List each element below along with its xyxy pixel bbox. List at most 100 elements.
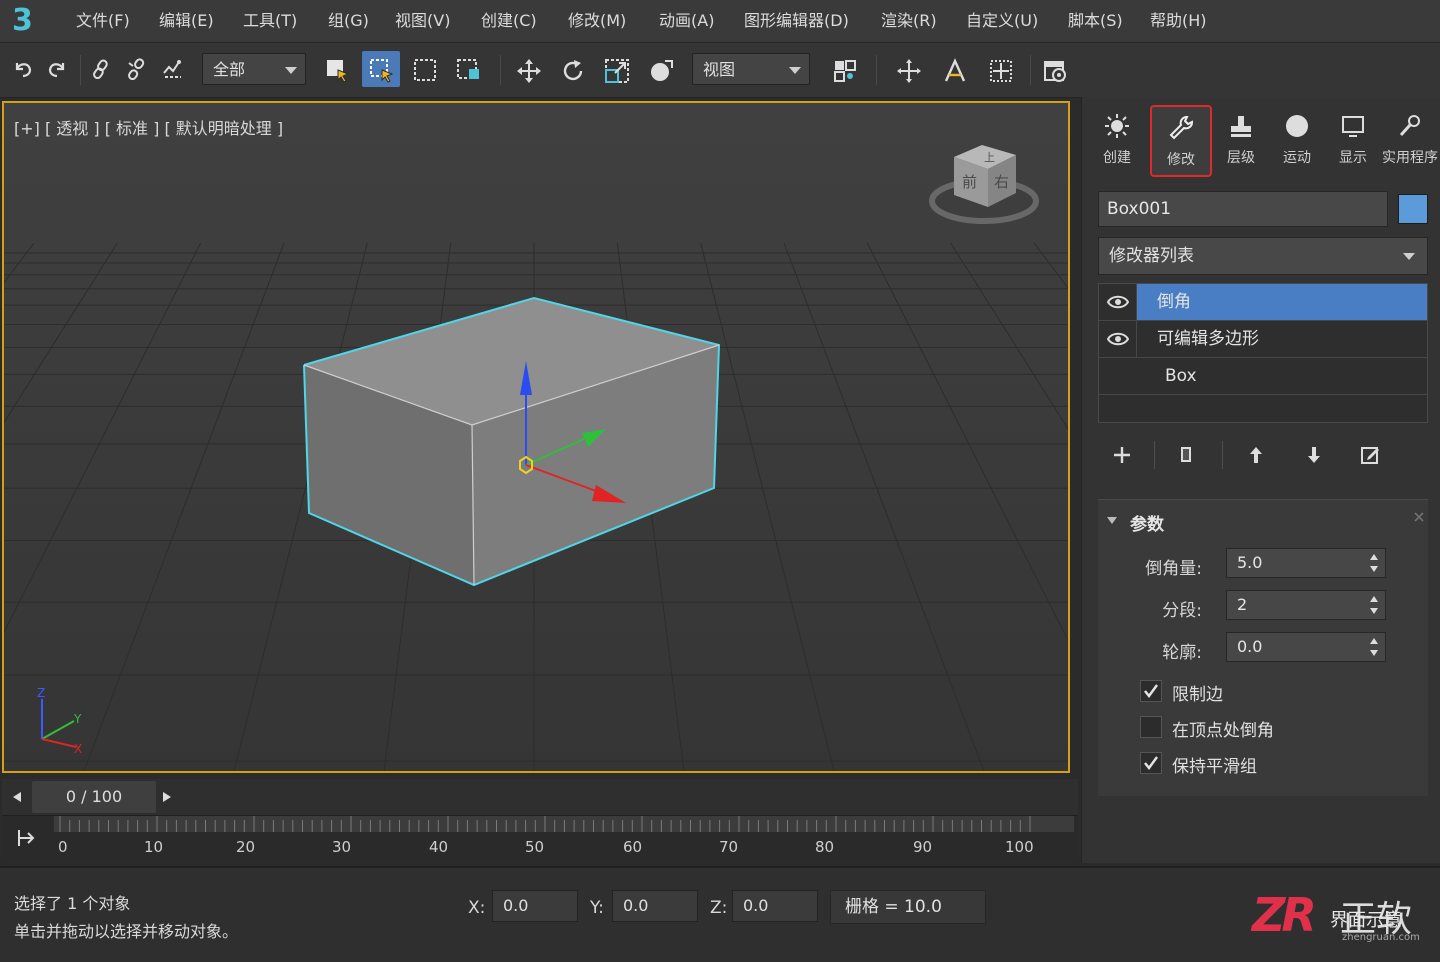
tick-label: 60: [623, 838, 643, 856]
viewcube-front-label: 前: [962, 173, 977, 191]
tab-hierarchy[interactable]: 层级: [1212, 105, 1270, 177]
menu-animation[interactable]: 动画(A): [655, 0, 718, 42]
bevel-at-vertex-checkbox[interactable]: [1140, 716, 1162, 738]
move-icon[interactable]: [512, 51, 546, 87]
menu-file[interactable]: 文件(F): [72, 0, 134, 42]
scale-icon[interactable]: [600, 51, 634, 87]
object-name-field[interactable]: Box001: [1098, 191, 1388, 227]
tick-label: 100: [1005, 838, 1034, 856]
link-icon[interactable]: [84, 51, 118, 87]
stack-item-label: 倒角: [1157, 292, 1191, 312]
tab-modify[interactable]: 修改: [1150, 105, 1212, 177]
menu-graph-editors[interactable]: 图形编辑器(D): [740, 0, 853, 42]
time-slider[interactable]: 0 / 100: [2, 779, 1078, 815]
menu-help[interactable]: 帮助(H): [1146, 0, 1211, 42]
tab-motion[interactable]: 运动: [1268, 105, 1326, 177]
grid-size-display: 栅格 = 10.0: [830, 890, 986, 924]
snap-move-icon[interactable]: [892, 51, 926, 87]
tab-create-label: 创建: [1103, 150, 1131, 166]
selection-filter-dropdown[interactable]: 全部: [202, 53, 306, 85]
checkmark-icon: [1144, 756, 1158, 770]
spinner-arrows-icon[interactable]: [1369, 595, 1379, 615]
tick-label: 40: [429, 838, 449, 856]
menu-tools[interactable]: 工具(T): [239, 0, 301, 42]
key-filter-icon[interactable]: [16, 828, 36, 848]
app-logo[interactable]: 3: [12, 2, 42, 40]
menu-customize[interactable]: 自定义(U): [962, 0, 1042, 42]
configure-modifier-icon[interactable]: [1350, 437, 1390, 473]
reference-coord-dropdown[interactable]: 视图: [692, 53, 810, 85]
select-object-icon[interactable]: [320, 51, 354, 87]
tab-create[interactable]: 创建: [1088, 105, 1146, 177]
menu-scripting[interactable]: 脚本(S): [1064, 0, 1127, 42]
pin-stack-icon[interactable]: [1102, 437, 1142, 473]
menu-views[interactable]: 视图(V): [391, 0, 454, 42]
spinner-arrows-icon[interactable]: [1369, 553, 1379, 573]
limit-edges-checkbox[interactable]: [1140, 680, 1162, 702]
eye-icon[interactable]: [1099, 321, 1137, 357]
time-slider-thumb[interactable]: 0 / 100: [32, 781, 156, 813]
prev-frame-icon[interactable]: [12, 791, 22, 803]
stack-item-bevel[interactable]: 倒角: [1099, 284, 1427, 321]
z-coord-field[interactable]: 0.0: [732, 890, 818, 922]
bevel-at-vertex-label[interactable]: 在顶点处倒角: [1172, 716, 1274, 741]
y-coord-field[interactable]: 0.0: [612, 890, 698, 922]
window-crossing-icon[interactable]: [452, 51, 486, 87]
bevel-amount-spinner[interactable]: 5.0: [1226, 548, 1386, 578]
select-by-region-icon[interactable]: [362, 51, 400, 87]
tick-label: 80: [815, 838, 835, 856]
rotate-icon[interactable]: [556, 51, 590, 87]
menu-edit[interactable]: 编辑(E): [155, 0, 218, 42]
x-coord-field[interactable]: 0.0: [492, 890, 578, 922]
collapse-caret-icon[interactable]: [1106, 516, 1118, 526]
pivot-icon[interactable]: [828, 51, 862, 87]
rollout-title[interactable]: 参数: [1130, 510, 1164, 535]
perspective-viewport[interactable]: 上 前 右 Z Y X [+] [ 透视 ] [ 标准 ] [ 默认明暗处理 ]: [2, 101, 1070, 773]
sun-icon: [1088, 105, 1146, 147]
align-icon[interactable]: [984, 51, 1018, 87]
unlink-icon[interactable]: [120, 51, 154, 87]
move-down-icon[interactable]: [1294, 437, 1334, 473]
rect-region-icon[interactable]: [408, 51, 442, 87]
tab-display[interactable]: 显示: [1324, 105, 1382, 177]
object-color-swatch[interactable]: [1398, 194, 1428, 224]
keep-smoothing-label[interactable]: 保持平滑组: [1172, 752, 1257, 777]
menu-rendering[interactable]: 渲染(R): [877, 0, 941, 42]
spinner-arrows-icon[interactable]: [1369, 637, 1379, 657]
menu-modifiers[interactable]: 修改(M): [564, 0, 630, 42]
track-bar[interactable]: 0 10 20 30 40 50 60 70 80 90 100: [2, 815, 1078, 862]
viewcube-top-label: 上: [984, 151, 995, 164]
render-setup-icon[interactable]: [1038, 51, 1072, 87]
eye-icon[interactable]: [1099, 284, 1137, 320]
menu-group[interactable]: 组(G): [324, 0, 373, 42]
y-coord-label: Y:: [590, 898, 604, 918]
modifier-list-dropdown[interactable]: 修改器列表: [1098, 237, 1428, 275]
show-end-result-icon[interactable]: [1166, 437, 1206, 473]
segments-spinner[interactable]: 2: [1226, 590, 1386, 620]
next-frame-icon[interactable]: [162, 791, 172, 803]
viewcube-right-label: 右: [994, 173, 1009, 191]
stack-item-box[interactable]: Box: [1099, 358, 1427, 395]
command-panel: 创建 修改 层级 运动 显示 实用程序 Box001 修改器列表 倒角 可编辑多…: [1081, 97, 1440, 863]
stack-item-editable-poly[interactable]: 可编辑多边形: [1099, 321, 1427, 358]
outline-spinner[interactable]: 0.0: [1226, 632, 1386, 662]
bevel-amount-value: 5.0: [1237, 553, 1263, 572]
menu-bar: 3 文件(F) 编辑(E) 工具(T) 组(G) 视图(V) 创建(C) 修改(…: [0, 0, 1440, 43]
viewport-label[interactable]: [+] [ 透视 ] [ 标准 ] [ 默认明暗处理 ]: [14, 115, 283, 139]
snap-angle-icon[interactable]: [938, 51, 972, 87]
undo-icon[interactable]: [6, 51, 40, 87]
overlay-text: 界面示意: [1330, 910, 1402, 931]
tick-label: 50: [525, 838, 545, 856]
bind-spacewarp-icon[interactable]: [156, 51, 190, 87]
menu-create[interactable]: 创建(C): [477, 0, 541, 42]
place-icon[interactable]: [644, 51, 678, 87]
close-icon[interactable]: [1414, 512, 1424, 522]
move-up-icon[interactable]: [1236, 437, 1276, 473]
keep-smoothing-checkbox[interactable]: [1140, 752, 1162, 774]
limit-edges-label[interactable]: 限制边: [1172, 680, 1223, 705]
redo-icon[interactable]: [40, 51, 74, 87]
tab-utilities[interactable]: 实用程序: [1380, 105, 1440, 177]
watermark-logo: ZR 正软 界面示意 zhengruan.com: [1252, 888, 1432, 950]
tick-label: 90: [913, 838, 933, 856]
axis-z-label: Z: [37, 686, 45, 700]
